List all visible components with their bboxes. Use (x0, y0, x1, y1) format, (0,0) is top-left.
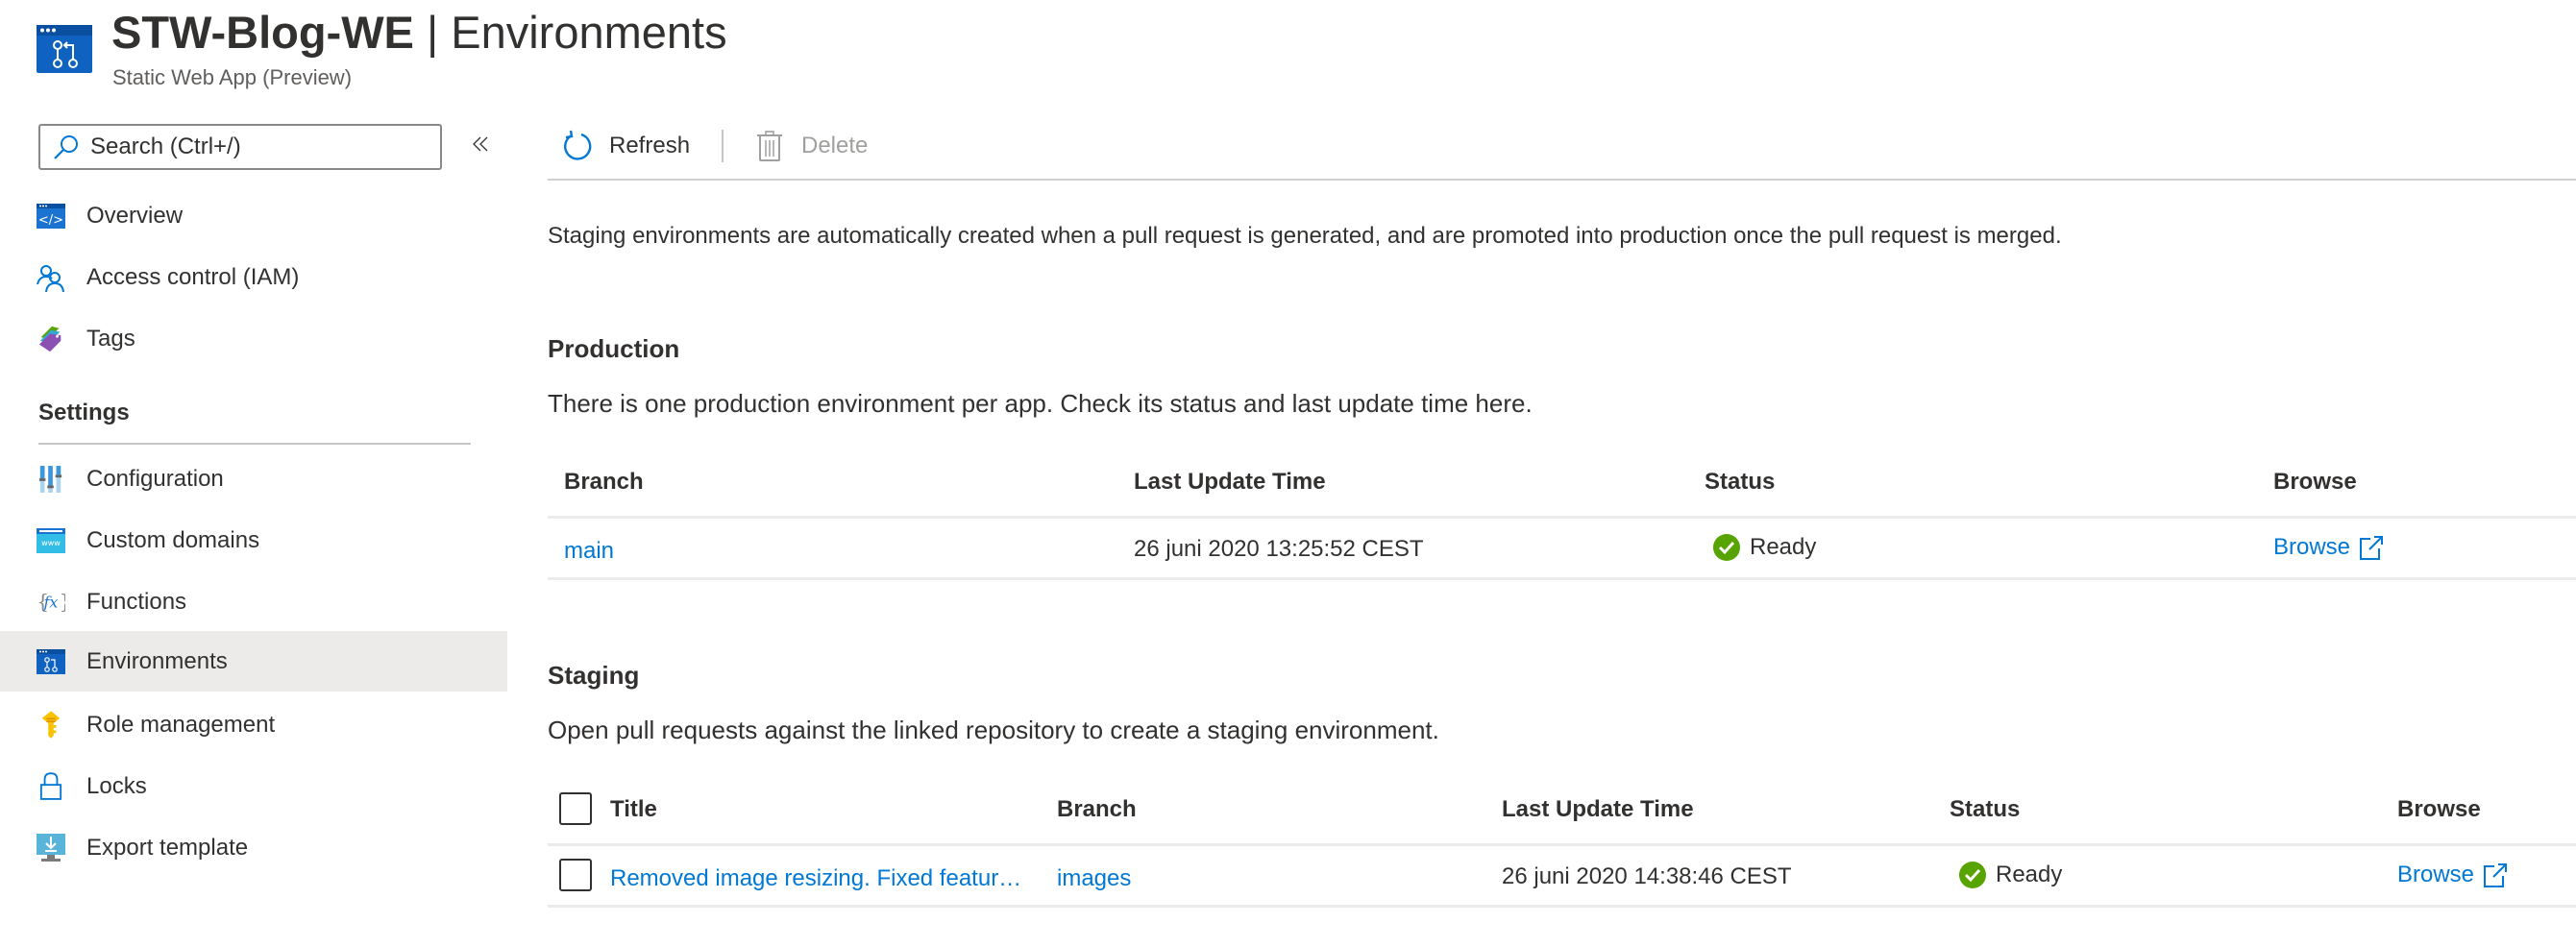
static-web-app-icon (37, 25, 92, 73)
sidebar-search[interactable] (38, 124, 442, 170)
settings-divider (38, 443, 471, 445)
delete-label: Delete (801, 133, 869, 158)
svg-text:</>: </> (38, 213, 63, 228)
column-header-status: Status (1705, 469, 1776, 495)
refresh-icon (564, 130, 592, 160)
external-link-icon (2484, 863, 2508, 887)
sidebar-item-label: Locks (86, 772, 147, 799)
status-badge: Ready (1959, 862, 2062, 888)
refresh-label: Refresh (609, 133, 691, 158)
key-icon (37, 710, 65, 740)
status-badge: Ready (1713, 534, 1816, 561)
collapse-sidebar-button[interactable] (467, 131, 496, 163)
custom-domains-icon: www (37, 526, 65, 555)
branch-link[interactable]: main (564, 538, 614, 565)
browse-link[interactable]: Browse (2397, 862, 2509, 888)
search-input[interactable] (90, 134, 417, 160)
staging-description: Open pull requests against the linked re… (548, 716, 1439, 744)
settings-heading: Settings (38, 400, 130, 425)
blade-name: Environments (451, 7, 727, 58)
sidebar-item-label: Configuration (86, 465, 224, 492)
sidebar-item-label: Environments (86, 647, 228, 674)
success-check-icon (1959, 862, 1986, 888)
svg-text:fx: fx (43, 593, 59, 611)
resource-name: STW-Blog-WE (111, 7, 414, 58)
sidebar-item-custom-domains[interactable]: www Custom domains (0, 510, 507, 571)
svg-text:}: } (59, 590, 65, 613)
column-header-branch: Branch (564, 469, 644, 495)
production-heading: Production (548, 334, 680, 363)
environments-description: Staging environments are automatically c… (548, 223, 2062, 249)
sidebar-item-locks[interactable]: Locks (0, 756, 507, 816)
title-separator: | (413, 7, 452, 58)
last-update-time: 26 juni 2020 13:25:52 CEST (1134, 536, 1424, 562)
toolbar-separator (722, 130, 724, 162)
environments-icon (37, 647, 65, 676)
browse-label: Browse (2397, 862, 2475, 887)
double-chevron-left-icon (473, 136, 488, 152)
browse-link[interactable]: Browse (2273, 534, 2385, 561)
column-header-browse: Browse (2397, 796, 2481, 822)
toolbar-divider (548, 179, 2576, 181)
sidebar-item-functions[interactable]: {fx} Functions (0, 571, 507, 632)
configuration-icon (37, 465, 65, 494)
sidebar-item-overview[interactable]: </> Overview (0, 185, 507, 246)
sidebar-item-configuration[interactable]: Configuration (0, 449, 507, 509)
staging-heading: Staging (548, 661, 640, 690)
trash-icon (757, 131, 782, 161)
status-text: Ready (1750, 534, 1817, 560)
sidebar-item-environments[interactable]: Environments (0, 631, 507, 692)
sidebar-item-label: Custom domains (86, 526, 260, 553)
last-update-time: 26 juni 2020 14:38:46 CEST (1502, 863, 1792, 889)
lock-icon (37, 771, 65, 801)
delete-button[interactable]: Delete (753, 125, 868, 167)
browse-label: Browse (2273, 534, 2351, 560)
column-header-status: Status (1950, 796, 2021, 822)
sidebar-item-label: Tags (86, 325, 135, 352)
column-header-title: Title (610, 796, 657, 822)
search-icon (54, 135, 78, 159)
header-divider (548, 516, 2576, 519)
refresh-button[interactable]: Refresh (561, 125, 690, 167)
sidebar-item-export-template[interactable]: Export template (0, 817, 507, 878)
pull-request-title-link[interactable]: Removed image resizing. Fixed featur… (610, 865, 1043, 892)
row-checkbox[interactable] (559, 859, 592, 891)
access-control-icon (37, 263, 65, 292)
column-header-last-update: Last Update Time (1502, 796, 1694, 822)
tags-icon (37, 325, 65, 353)
sidebar-item-label: Overview (86, 202, 184, 229)
svg-text:www: www (41, 539, 61, 547)
header-divider (548, 843, 2576, 846)
sidebar-item-label: Access control (IAM) (86, 263, 300, 290)
page-title: STW-Blog-WE | Environments (111, 2, 727, 63)
overview-icon: </> (37, 202, 65, 231)
column-header-browse: Browse (2273, 469, 2357, 495)
success-check-icon (1713, 534, 1740, 561)
branch-link[interactable]: images (1057, 865, 1131, 892)
column-header-last-update: Last Update Time (1134, 469, 1326, 495)
sidebar-item-tags[interactable]: Tags (0, 308, 507, 369)
select-all-checkbox[interactable] (559, 792, 592, 825)
row-divider (548, 577, 2576, 580)
row-divider (548, 905, 2576, 908)
sidebar-item-label: Functions (86, 588, 187, 615)
resource-type-subtitle: Static Web App (Preview) (112, 65, 353, 89)
sidebar-item-label: Export template (86, 834, 249, 861)
status-text: Ready (1996, 862, 2063, 887)
sidebar-item-role-management[interactable]: Role management (0, 694, 507, 755)
production-description: There is one production environment per … (548, 389, 1533, 418)
sidebar-item-label: Role management (86, 711, 276, 738)
external-link-icon (2360, 536, 2384, 560)
column-header-branch: Branch (1057, 796, 1137, 822)
export-template-icon (37, 833, 65, 862)
sidebar-item-access-control[interactable]: Access control (IAM) (0, 247, 507, 307)
functions-icon: {fx} (37, 588, 65, 617)
